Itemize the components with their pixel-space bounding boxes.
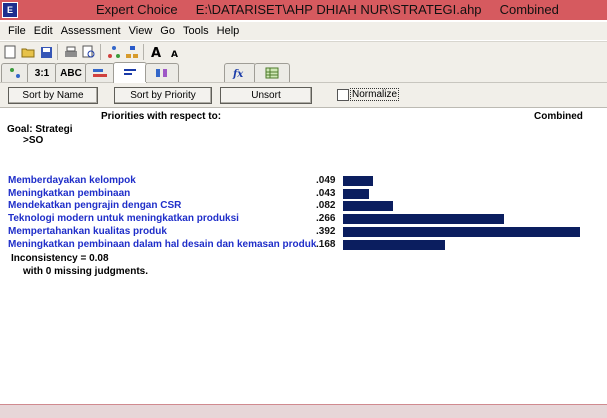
chart-row-label[interactable]: Teknologi modern untuk meningkatkan prod… [8,213,239,224]
chart-value-label: .049 [316,175,336,186]
unsort-button[interactable]: Unsort [220,87,312,104]
formula-icon: fx [232,69,244,79]
tab-graphical[interactable] [85,63,115,82]
chart-bar [343,214,504,225]
main-toolbar: A A [0,41,607,63]
menu-help[interactable]: Help [217,25,240,37]
save-icon[interactable] [38,44,54,60]
menu-file[interactable]: File [8,25,26,37]
toolbar-separator [143,44,144,60]
chart-bar [343,188,369,199]
toolbar-separator [100,44,101,60]
tree-icon [10,68,20,78]
menu-edit[interactable]: Edit [34,25,53,37]
chart-value-label: .392 [316,225,336,237]
tab-priorities[interactable] [113,62,147,83]
title-bar: E Expert Choice E:\DATARISET\AHP DHIAH N… [0,0,607,20]
tab-data[interactable] [145,63,179,82]
print-preview-icon[interactable] [81,44,97,60]
chart-value-label: .168 [316,238,336,250]
goal-node-label: >SO [23,135,44,146]
sort-by-name-button[interactable]: Sort by Name [8,87,98,104]
combined-label: Combined [534,111,583,122]
tab-formula[interactable]: fx [224,63,256,82]
font-smaller-icon[interactable]: A [167,44,183,60]
report-header: Priorities with respect to: [101,111,222,122]
chart-value-label: .266 [316,213,336,225]
chart-bar [343,176,373,186]
print-icon[interactable] [63,44,79,60]
normalize-checkbox[interactable] [337,89,349,101]
tab-grid[interactable] [254,63,290,82]
new-file-icon[interactable] [2,44,18,60]
window-title: Expert Choice E:\DATARISET\AHP DHIAH NUR… [96,2,559,17]
data-icon [156,69,167,77]
missing-judgments: with 0 missing judgments. [23,266,149,277]
goal-label: Goal: Strategi [7,124,73,135]
font-larger-icon[interactable]: A [149,44,165,60]
tab-verbal[interactable]: ABC [55,63,87,82]
normalize-label[interactable]: Normalize [350,88,400,101]
menu-bar: File Edit Assessment View Go Tools Help [0,22,607,40]
hierarchy-icon[interactable] [124,44,140,60]
chart-row-label[interactable]: Mendekatkan pengrajin dengan CSR [8,200,181,211]
menu-tools[interactable]: Tools [183,25,209,37]
chart-row-label[interactable]: Memberdayakan kelompok [8,175,136,186]
menu-view[interactable]: View [129,25,153,37]
chart-value-label: .082 [316,200,336,212]
priorities-icon [124,69,136,75]
sort-toolbar: Sort by Name Sort by Priority Unsort Nor… [0,83,607,108]
chart-value-label: .043 [316,187,336,199]
menu-assessment[interactable]: Assessment [61,25,121,37]
menu-go[interactable]: Go [160,25,175,37]
bar-graph-icon [93,69,107,77]
app-icon[interactable]: E [2,2,18,18]
grid-icon [265,67,279,79]
tree-icon[interactable] [106,44,122,60]
svg-text:A: A [151,46,161,59]
chart-bar [343,226,580,237]
chart-bar [343,201,393,212]
status-bar [0,404,607,418]
view-tabs: 3:1 ABC fx [0,62,607,83]
tab-tree[interactable] [1,63,29,82]
svg-text:fx: fx [232,69,244,79]
chart-bar [343,239,445,250]
sort-by-priority-button[interactable]: Sort by Priority [114,87,212,104]
chart-row-label[interactable]: Meningkatkan pembinaan [8,188,130,199]
svg-text:A: A [171,50,178,59]
chart-row-label[interactable]: Meningkatkan pembinaan dalam hal desain … [8,239,316,250]
inconsistency-ratio: Inconsistency = 0.08 [11,253,109,264]
toolbar-separator [57,44,58,60]
tab-pairwise-numerical[interactable]: 3:1 [27,63,57,82]
chart-row-label[interactable]: Mempertahankan kualitas produk [8,226,167,237]
open-folder-icon[interactable] [20,44,36,60]
priorities-report: Priorities with respect to: Combined Goa… [0,108,607,404]
